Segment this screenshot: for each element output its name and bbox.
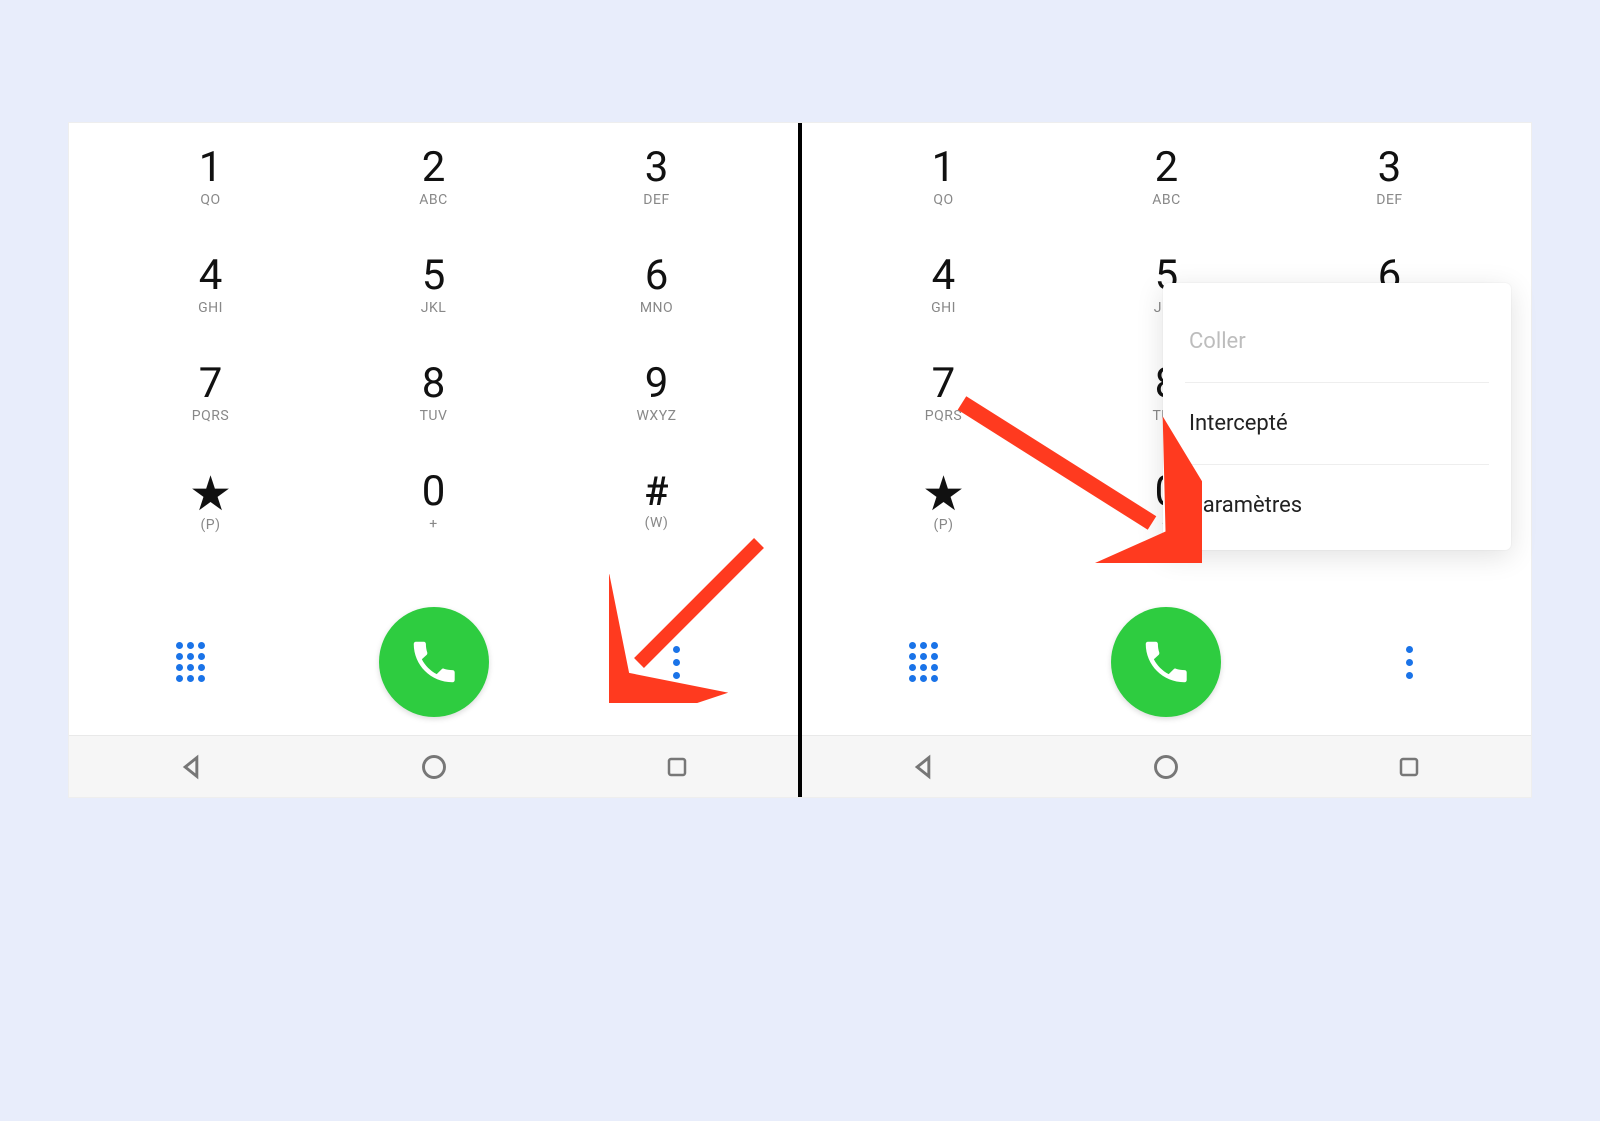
nav-back-icon[interactable] [177,753,205,781]
nav-recents-icon[interactable] [1397,755,1421,779]
key-hash[interactable]: #(W) [545,447,768,555]
action-row [69,597,798,727]
overflow-menu: Coller Intercepté Paramètres [1163,283,1511,550]
screenshot-pair: 1QO 2ABC 3DEF 4GHI 5JKL 6MNO 7PQRS 8TUV … [68,122,1532,798]
keypad: 1QO 2ABC 3DEF 4GHI 5JKL 6MNO 7PQRS 8TUV … [69,123,798,555]
dialer-screen-right: 1QO 2ABC 3DEF 4GHI 5JKL 6MNO 7PQRS 8TUV … [802,123,1531,797]
menu-item-paste: Coller [1163,301,1511,382]
nav-back-icon[interactable] [909,753,937,781]
key-1[interactable]: 1QO [99,123,322,231]
key-2[interactable]: 2ABC [1055,123,1278,231]
key-star[interactable]: ★(P) [832,447,1055,555]
key-3[interactable]: 3DEF [545,123,768,231]
dialpad-grid-icon[interactable] [176,642,205,682]
key-1[interactable]: 1QO [832,123,1055,231]
key-4[interactable]: 4GHI [832,231,1055,339]
key-8[interactable]: 8TUV [322,339,545,447]
nav-recents-icon[interactable] [665,755,689,779]
android-nav-bar [69,735,798,797]
menu-item-settings[interactable]: Paramètres [1163,465,1511,546]
key-star[interactable]: ★(P) [99,447,322,555]
key-5[interactable]: 5JKL [322,231,545,339]
key-3[interactable]: 3DEF [1278,123,1501,231]
key-9[interactable]: 9WXYZ [545,339,768,447]
menu-item-intercepted[interactable]: Intercepté [1163,383,1511,464]
key-7[interactable]: 7PQRS [99,339,322,447]
key-0[interactable]: 0+ [322,447,545,555]
nav-home-icon[interactable] [420,753,448,781]
call-button[interactable] [1111,607,1221,717]
dialer-screen-left: 1QO 2ABC 3DEF 4GHI 5JKL 6MNO 7PQRS 8TUV … [69,123,798,797]
key-7[interactable]: 7PQRS [832,339,1055,447]
dialpad-grid-icon[interactable] [909,642,938,682]
more-options-button[interactable] [665,638,688,687]
call-button[interactable] [379,607,489,717]
key-4[interactable]: 4GHI [99,231,322,339]
key-2[interactable]: 2ABC [322,123,545,231]
nav-home-icon[interactable] [1152,753,1180,781]
more-options-button[interactable] [1398,638,1421,687]
phone-icon [1139,635,1193,689]
key-6[interactable]: 6MNO [545,231,768,339]
android-nav-bar [802,735,1531,797]
phone-icon [407,635,461,689]
action-row [802,597,1531,727]
